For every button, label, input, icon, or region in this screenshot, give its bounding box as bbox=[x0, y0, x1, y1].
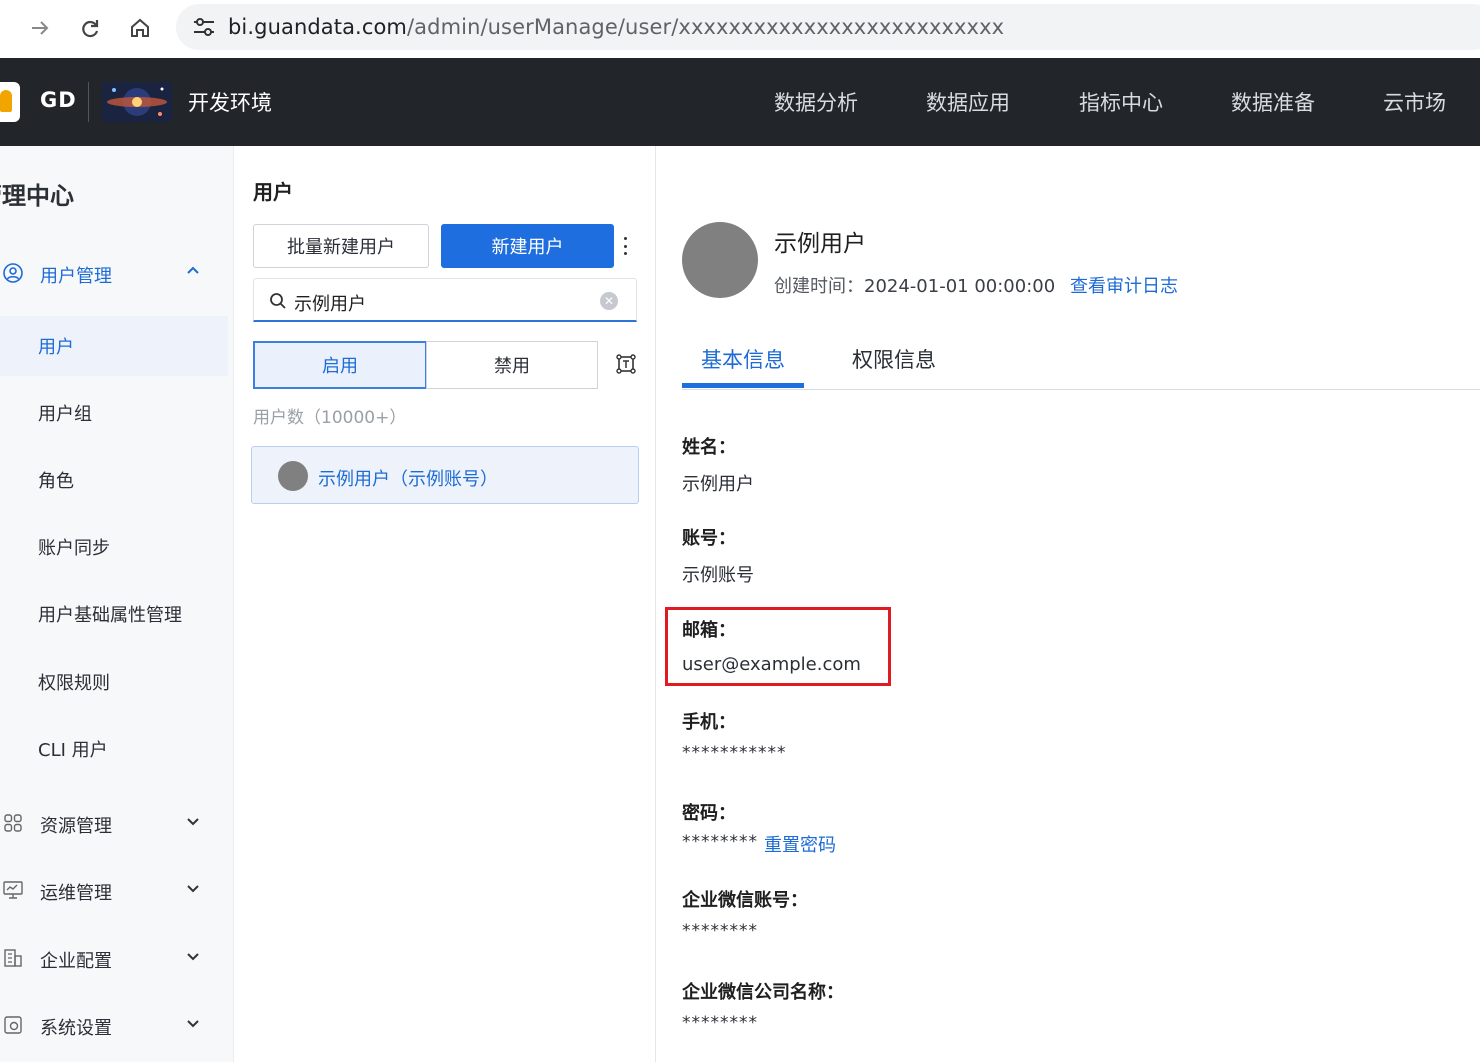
sidebar-item-cli-users[interactable]: CLI 用户 bbox=[0, 719, 228, 779]
sidebar-item-roles[interactable]: 角色 bbox=[0, 450, 228, 510]
app-header: GD 开发环境 数据分析 数据应用 指标中心 数据准备 云市场 bbox=[0, 58, 1480, 146]
url-text: bi.guandata.com/admin/userManage/user/xx… bbox=[228, 15, 1005, 39]
filter-enabled-tab[interactable]: 启用 bbox=[253, 341, 427, 389]
reset-password-link[interactable]: 重置密码 bbox=[764, 831, 836, 857]
field-value-wecom-account: ******** bbox=[682, 921, 758, 941]
sidebar-item-user-attributes[interactable]: 用户基础属性管理 bbox=[0, 584, 228, 644]
sidebar-item-label: 权限规则 bbox=[38, 673, 110, 694]
sidebar-group-enterprise-config[interactable]: 企业配置 bbox=[0, 939, 233, 979]
nav-data-prep[interactable]: 数据准备 bbox=[1231, 87, 1315, 117]
field-label-phone: 手机： bbox=[682, 712, 736, 733]
filter-disabled-tab[interactable]: 禁用 bbox=[426, 341, 598, 389]
tab-basic-info[interactable]: 基本信息 bbox=[701, 344, 785, 374]
sidebar-group-user-management[interactable]: 用户管理 bbox=[0, 254, 233, 294]
user-circle-icon bbox=[3, 263, 23, 283]
sidebar-group-label: 运维管理 bbox=[40, 883, 112, 904]
environment-banner-image bbox=[102, 82, 172, 122]
sidebar-group-label: 系统设置 bbox=[40, 1018, 112, 1039]
field-value-wecom-company: ******** bbox=[682, 1013, 758, 1033]
batch-create-users-button[interactable]: 批量新建用户 bbox=[253, 224, 429, 268]
browser-toolbar: bi.guandata.com/admin/userManage/user/xx… bbox=[0, 0, 1480, 58]
environment-name[interactable]: 开发环境 bbox=[188, 87, 272, 117]
brand-text[interactable]: GD bbox=[40, 88, 77, 112]
field-label-wecom-account: 企业微信账号： bbox=[682, 890, 808, 911]
sidebar-title: 管理中心 bbox=[0, 182, 74, 210]
header-divider bbox=[88, 82, 89, 122]
field-label-wecom-company: 企业微信公司名称： bbox=[682, 982, 844, 1003]
reload-icon[interactable] bbox=[72, 10, 108, 46]
address-bar[interactable]: bi.guandata.com/admin/userManage/user/xx… bbox=[176, 4, 1480, 50]
avatar bbox=[278, 461, 308, 491]
sidebar-item-label: CLI 用户 bbox=[38, 740, 108, 761]
monitor-icon bbox=[3, 881, 23, 899]
sidebar-item-user-groups[interactable]: 用户组 bbox=[0, 383, 228, 443]
search-icon bbox=[270, 293, 286, 309]
nav-cloud-market[interactable]: 云市场 bbox=[1383, 87, 1446, 117]
sidebar-group-label: 企业配置 bbox=[40, 951, 112, 972]
create-user-button[interactable]: 新建用户 bbox=[441, 224, 614, 268]
field-value-phone: *********** bbox=[682, 743, 787, 763]
sidebar-group-label: 用户管理 bbox=[40, 266, 112, 287]
user-list-item[interactable]: 示例用户（示例账号） bbox=[251, 446, 639, 504]
users-panel: 用户 批量新建用户 新建用户 示例用户 ✕ 启用 禁用 用户数（10000+） … bbox=[234, 146, 656, 1062]
column-settings-icon[interactable] bbox=[614, 352, 638, 376]
field-value-password: ******** bbox=[682, 832, 758, 852]
field-label-account: 账号： bbox=[682, 528, 736, 549]
logo-icon bbox=[0, 82, 20, 122]
search-value: 示例用户 bbox=[294, 294, 366, 315]
sidebar-group-label: 资源管理 bbox=[40, 816, 112, 837]
chevron-down-icon[interactable] bbox=[184, 879, 202, 897]
user-search-input[interactable]: 示例用户 ✕ bbox=[253, 278, 637, 322]
forward-icon[interactable] bbox=[22, 10, 58, 46]
created-time-value: 2024-01-01 00:00:00 bbox=[864, 276, 1056, 297]
home-icon[interactable] bbox=[122, 10, 158, 46]
sidebar-item-label: 用户组 bbox=[38, 404, 92, 425]
building-icon bbox=[4, 949, 22, 967]
created-time: 创建时间：2024-01-01 00:00:00 bbox=[774, 272, 1055, 298]
sidebar-item-permission-rules[interactable]: 权限规则 bbox=[0, 652, 228, 712]
user-display-name: 示例用户 bbox=[774, 231, 866, 257]
user-list-item-label: 示例用户（示例账号） bbox=[318, 469, 498, 490]
sidebar: 管理中心 用户管理 用户 用户组 角色 账户同步 用户基础属性管理 权限规则 C… bbox=[0, 146, 234, 1062]
nav-data-apps[interactable]: 数据应用 bbox=[926, 87, 1010, 117]
sidebar-item-label: 角色 bbox=[38, 471, 74, 492]
field-value-name: 示例用户 bbox=[682, 474, 754, 495]
field-value-email: user@example.com bbox=[682, 654, 861, 675]
tab-permission-info[interactable]: 权限信息 bbox=[852, 344, 936, 374]
sidebar-item-label: 账户同步 bbox=[38, 538, 110, 559]
more-options-icon[interactable] bbox=[618, 234, 632, 258]
nav-data-analysis[interactable]: 数据分析 bbox=[774, 87, 858, 117]
sidebar-item-users[interactable]: 用户 bbox=[0, 316, 228, 376]
sidebar-group-resource-management[interactable]: 资源管理 bbox=[0, 804, 233, 844]
grid-icon bbox=[4, 814, 22, 832]
settings-icon bbox=[4, 1016, 22, 1034]
sidebar-item-label: 用户基础属性管理 bbox=[38, 605, 182, 626]
sidebar-item-account-sync[interactable]: 账户同步 bbox=[0, 517, 228, 577]
field-label-password: 密码： bbox=[682, 803, 736, 824]
chevron-down-icon[interactable] bbox=[184, 1014, 202, 1032]
chevron-down-icon[interactable] bbox=[184, 947, 202, 965]
user-detail-panel: 示例用户 创建时间：2024-01-01 00:00:00 查看审计日志 基本信… bbox=[657, 146, 1480, 1062]
site-settings-icon[interactable] bbox=[190, 13, 218, 41]
sidebar-group-system-settings[interactable]: 系统设置 bbox=[0, 1006, 233, 1046]
field-value-account: 示例账号 bbox=[682, 565, 754, 586]
chevron-up-icon[interactable] bbox=[184, 262, 202, 280]
created-time-label: 创建时间： bbox=[774, 276, 864, 297]
detail-tabs: 基本信息 权限信息 bbox=[682, 336, 1480, 390]
field-label-name: 姓名： bbox=[682, 437, 736, 458]
users-panel-title: 用户 bbox=[253, 180, 293, 204]
user-count: 用户数（10000+） bbox=[253, 408, 407, 428]
nav-metrics-center[interactable]: 指标中心 bbox=[1079, 87, 1163, 117]
clear-search-icon[interactable]: ✕ bbox=[600, 292, 618, 310]
view-audit-log-link[interactable]: 查看审计日志 bbox=[1070, 272, 1178, 298]
active-tab-indicator bbox=[682, 383, 804, 388]
sidebar-item-label: 用户 bbox=[38, 337, 74, 358]
sidebar-group-ops-management[interactable]: 运维管理 bbox=[0, 871, 233, 911]
chevron-down-icon[interactable] bbox=[184, 812, 202, 830]
avatar bbox=[682, 222, 758, 298]
field-label-email: 邮箱： bbox=[682, 620, 736, 641]
